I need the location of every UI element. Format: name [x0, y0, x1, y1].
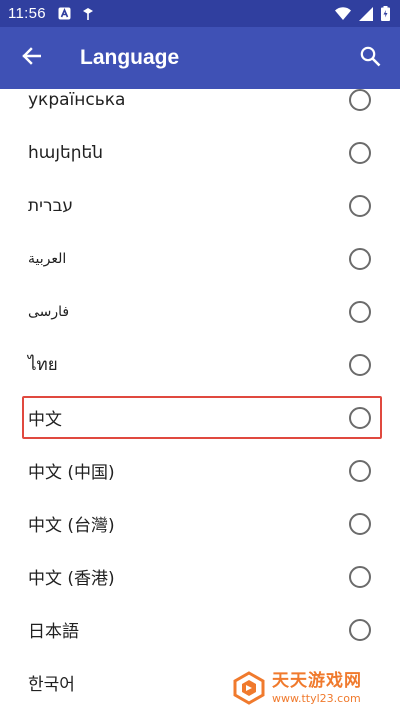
signal-icon [359, 6, 373, 21]
watermark-logo-icon [232, 671, 266, 705]
watermark: 天天游戏网 www.ttyl23.com [232, 668, 392, 708]
watermark-text: 天天游戏网 [272, 670, 362, 691]
language-item-chinese-china[interactable]: 中文 (中国) [0, 444, 400, 497]
a-badge-icon [58, 7, 71, 20]
radio-button[interactable] [349, 300, 371, 323]
language-label: 中文 [28, 410, 62, 430]
radio-button[interactable] [349, 459, 371, 482]
language-label: 中文 (中国) [28, 463, 115, 483]
radio-button[interactable] [349, 141, 371, 164]
language-item-thai[interactable]: ไทย [0, 338, 400, 391]
page-title: Language [80, 46, 180, 69]
search-icon [360, 46, 381, 71]
radio-button[interactable] [349, 565, 371, 588]
language-item-ukrainian[interactable]: українська [0, 89, 400, 126]
status-bar: 11:56 [0, 0, 400, 27]
radio-button[interactable] [349, 353, 371, 376]
wifi-icon [335, 6, 351, 21]
arrow-back-icon [21, 46, 42, 70]
language-list[interactable]: українська հայերեն עברית العربية فارسی ไ… [0, 89, 400, 712]
radio-button[interactable] [349, 194, 371, 217]
radio-button[interactable] [349, 406, 371, 429]
status-right-icons [335, 6, 390, 21]
language-item-persian[interactable]: فارسی [0, 285, 400, 338]
pinwheel-icon [81, 7, 95, 21]
back-button[interactable] [0, 27, 62, 89]
language-label: 中文 (台灣) [28, 516, 115, 536]
radio-button[interactable] [349, 247, 371, 270]
app-bar: Language [0, 27, 400, 89]
language-item-japanese[interactable]: 日本語 [0, 603, 400, 656]
language-label: العربية [28, 250, 67, 267]
radio-button[interactable] [349, 89, 371, 111]
radio-button[interactable] [349, 512, 371, 535]
language-label: ไทย [28, 355, 58, 375]
search-button[interactable] [340, 27, 400, 89]
status-left-icons [58, 7, 95, 21]
language-label: فارسی [28, 303, 70, 320]
language-label: עברית [28, 195, 74, 216]
language-item-armenian[interactable]: հայերեն [0, 126, 400, 179]
language-item-chinese-taiwan[interactable]: 中文 (台灣) [0, 497, 400, 550]
language-item-chinese[interactable]: 中文 [0, 391, 400, 444]
language-label: 日本語 [28, 622, 79, 642]
battery-icon [381, 6, 390, 21]
radio-button[interactable] [349, 618, 371, 641]
status-time: 11:56 [8, 5, 46, 22]
language-item-hebrew[interactable]: עברית [0, 179, 400, 232]
language-label: 中文 (香港) [28, 569, 115, 589]
language-label: հայերեն [28, 142, 104, 163]
language-label: 한국어 [28, 675, 75, 695]
language-item-chinese-hongkong[interactable]: 中文 (香港) [0, 550, 400, 603]
language-item-arabic[interactable]: العربية [0, 232, 400, 285]
watermark-url: www.ttyl23.com [272, 691, 361, 705]
language-label: українська [28, 89, 126, 110]
